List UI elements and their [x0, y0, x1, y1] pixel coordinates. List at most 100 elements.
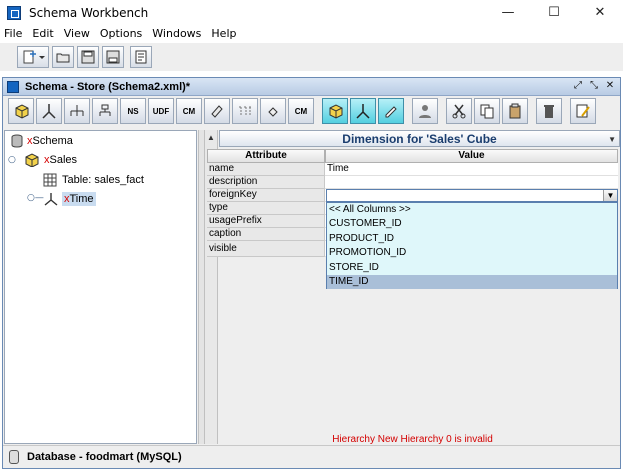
- add-named-set-label: NS: [127, 106, 139, 116]
- add-udf-button[interactable]: UDF: [148, 98, 174, 124]
- edit-button[interactable]: [570, 98, 596, 124]
- validation-error: Hierarchy New Hierarchy 0 is invalid: [332, 434, 493, 445]
- schema-tree[interactable]: xSchema ○ xSales Table: sales_fact ○— xT…: [4, 130, 197, 444]
- dimension-highlight-button[interactable]: [350, 98, 376, 124]
- frame-restore-button[interactable]: ⤡: [588, 80, 600, 92]
- list-item[interactable]: STORE_ID: [327, 261, 617, 275]
- add-virtual-cube-button[interactable]: [232, 98, 258, 124]
- minimize-button[interactable]: —: [485, 0, 531, 25]
- open-button[interactable]: [52, 46, 74, 68]
- list-item[interactable]: CUSTOMER_ID: [327, 217, 617, 231]
- add-level-icon: [99, 104, 111, 116]
- add-named-set-button[interactable]: NS: [120, 98, 146, 124]
- row-value[interactable]: [325, 176, 618, 189]
- cube-icon: [25, 153, 39, 167]
- list-item[interactable]: << All Columns >>: [327, 203, 617, 217]
- table-icon: [43, 173, 57, 187]
- new-file-dropdown-button[interactable]: [17, 46, 49, 68]
- title-bar: Schema Workbench — ☐ ✕: [0, 0, 623, 25]
- menu-windows[interactable]: Windows: [147, 27, 206, 40]
- open-icon: [56, 53, 70, 63]
- tree-expander-sales[interactable]: ○: [8, 155, 16, 165]
- menu-help[interactable]: Help: [206, 27, 241, 40]
- add-level-button[interactable]: [92, 98, 118, 124]
- menu-options[interactable]: Options: [95, 27, 147, 40]
- row-key: usagePrefix: [207, 215, 325, 228]
- preferences-button[interactable]: [130, 46, 152, 68]
- cube-highlight-icon: [329, 104, 343, 119]
- menu-view[interactable]: View: [59, 27, 95, 40]
- tree-node-table-label: Table: sales_fact: [62, 174, 144, 186]
- main-toolbar: [0, 43, 623, 71]
- copy-button[interactable]: [474, 98, 500, 124]
- add-property-button[interactable]: [260, 98, 286, 124]
- preferences-icon: [135, 50, 147, 64]
- list-item-selected[interactable]: TIME_ID: [327, 274, 617, 290]
- add-dimension-button[interactable]: [36, 98, 62, 124]
- status-text: Database - foodmart (MySQL): [27, 451, 182, 463]
- app-icon: [7, 5, 21, 20]
- frame-iconify-button[interactable]: ⤢: [572, 80, 584, 92]
- tree-node-table[interactable]: Table: sales_fact: [43, 171, 144, 189]
- tree-node-time[interactable]: xTime: [43, 190, 96, 208]
- col-attribute[interactable]: Attribute: [207, 149, 325, 163]
- maximize-button[interactable]: ☐: [531, 0, 577, 25]
- detail-header: Dimension for 'Sales' Cube ▼: [219, 130, 620, 147]
- copy-icon: [480, 104, 494, 119]
- row-key: visible: [207, 241, 325, 257]
- save-as-button[interactable]: [102, 46, 124, 68]
- detail-header-text: Dimension for 'Sales' Cube: [342, 131, 497, 146]
- window-title: Schema Workbench: [29, 5, 149, 20]
- tree-node-sales-label: Sales: [49, 154, 78, 166]
- paste-icon: [509, 103, 521, 119]
- save-icon: [81, 50, 95, 64]
- cube-highlight-button[interactable]: [322, 98, 348, 124]
- tree-node-schema[interactable]: xSchema: [10, 132, 73, 150]
- edit-highlight-button[interactable]: [378, 98, 404, 124]
- tree-expander-time[interactable]: ○—: [27, 193, 44, 203]
- edit-icon: [576, 104, 590, 118]
- foreign-key-combo[interactable]: ▼: [326, 189, 618, 202]
- cut-button[interactable]: [446, 98, 472, 124]
- delete-button[interactable]: [536, 98, 562, 124]
- add-cube-button[interactable]: [8, 98, 34, 124]
- row-value[interactable]: Time: [325, 163, 618, 176]
- status-bar: Database - foodmart (MySQL): [3, 445, 620, 468]
- add-calculated-member-button[interactable]: CM: [176, 98, 202, 124]
- add-hierarchy-icon: [70, 105, 84, 116]
- chevron-down-icon[interactable]: ▼: [608, 135, 616, 144]
- list-item[interactable]: PRODUCT_ID: [327, 232, 617, 246]
- table-row[interactable]: name Time: [207, 163, 618, 176]
- col-value[interactable]: Value: [325, 149, 618, 163]
- attribute-table-header: Attribute Value: [207, 149, 618, 163]
- edit-highlight-icon: [385, 106, 397, 118]
- split-pane-divider[interactable]: [198, 130, 205, 444]
- add-property-icon: [268, 107, 278, 117]
- menu-file[interactable]: File: [0, 27, 27, 40]
- close-button[interactable]: ✕: [577, 0, 623, 25]
- detail-panel: ▲ Dimension for 'Sales' Cube ▼ Attribute…: [205, 130, 620, 445]
- schema-icon: [11, 134, 23, 148]
- add-role-button[interactable]: [412, 98, 438, 124]
- add-virtual-calc-member-button[interactable]: CM: [288, 98, 314, 124]
- frame-close-button[interactable]: ✕: [604, 80, 616, 92]
- table-row[interactable]: description: [207, 176, 618, 189]
- schema-frame-icon: [7, 80, 19, 93]
- add-dimension-icon: [42, 104, 56, 119]
- tree-node-sales[interactable]: xSales: [25, 151, 77, 169]
- add-cube-icon: [15, 104, 29, 119]
- foreign-key-dropdown: << All Columns >> CUSTOMER_ID PRODUCT_ID…: [326, 202, 618, 290]
- chevron-down-icon[interactable]: ▼: [603, 190, 617, 201]
- add-measure-button[interactable]: [204, 98, 230, 124]
- menu-edit[interactable]: Edit: [27, 27, 58, 40]
- add-virtual-cube-icon: [239, 106, 251, 116]
- paste-button[interactable]: [502, 98, 528, 124]
- schema-frame-title: Schema - Store (Schema2.xml)*: [25, 80, 191, 93]
- delete-icon: [544, 105, 554, 118]
- row-key: description: [207, 176, 325, 189]
- schema-toolbar: NS UDF CM CM: [3, 96, 620, 126]
- list-item[interactable]: PROMOTION_ID: [327, 246, 617, 260]
- add-hierarchy-button[interactable]: [64, 98, 90, 124]
- schema-frame-titlebar: Schema - Store (Schema2.xml)* ⤢ ⤡ ✕: [3, 78, 620, 96]
- save-button[interactable]: [77, 46, 99, 68]
